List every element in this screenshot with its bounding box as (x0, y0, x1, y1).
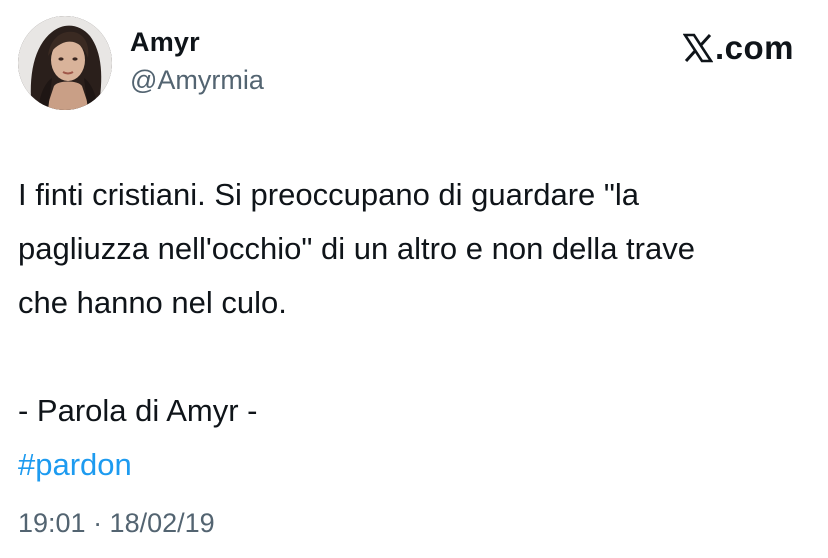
hashtag-link[interactable]: #pardon (18, 447, 132, 482)
tweet-line: che hanno nel culo. (18, 285, 287, 320)
user-handle[interactable]: @Amyrmia (130, 62, 264, 98)
x-logo-icon (682, 33, 714, 63)
avatar-image (18, 16, 112, 110)
x-com-brand: .com (682, 28, 794, 68)
tweet-signature: - Parola di Amyr - (18, 393, 258, 428)
author-names: Amyr @Amyrmia (130, 26, 264, 98)
avatar[interactable] (18, 16, 112, 110)
display-name[interactable]: Amyr (130, 26, 264, 58)
tweet-header: Amyr @Amyrmia .com (18, 16, 810, 112)
brand-domain-text: .com (714, 29, 794, 66)
tweet-timestamp[interactable]: 19:01 · 18/02/19 (18, 506, 215, 540)
tweet-line: I finti cristiani. Si preoccupano di gua… (18, 177, 639, 212)
tweet-line: pagliuzza nell'occhio" di un altro e non… (18, 231, 695, 266)
tweet-text: I finti cristiani. Si preoccupano di gua… (18, 168, 808, 492)
tweet-card: Amyr @Amyrmia .com I finti cristiani. Si… (0, 0, 828, 558)
